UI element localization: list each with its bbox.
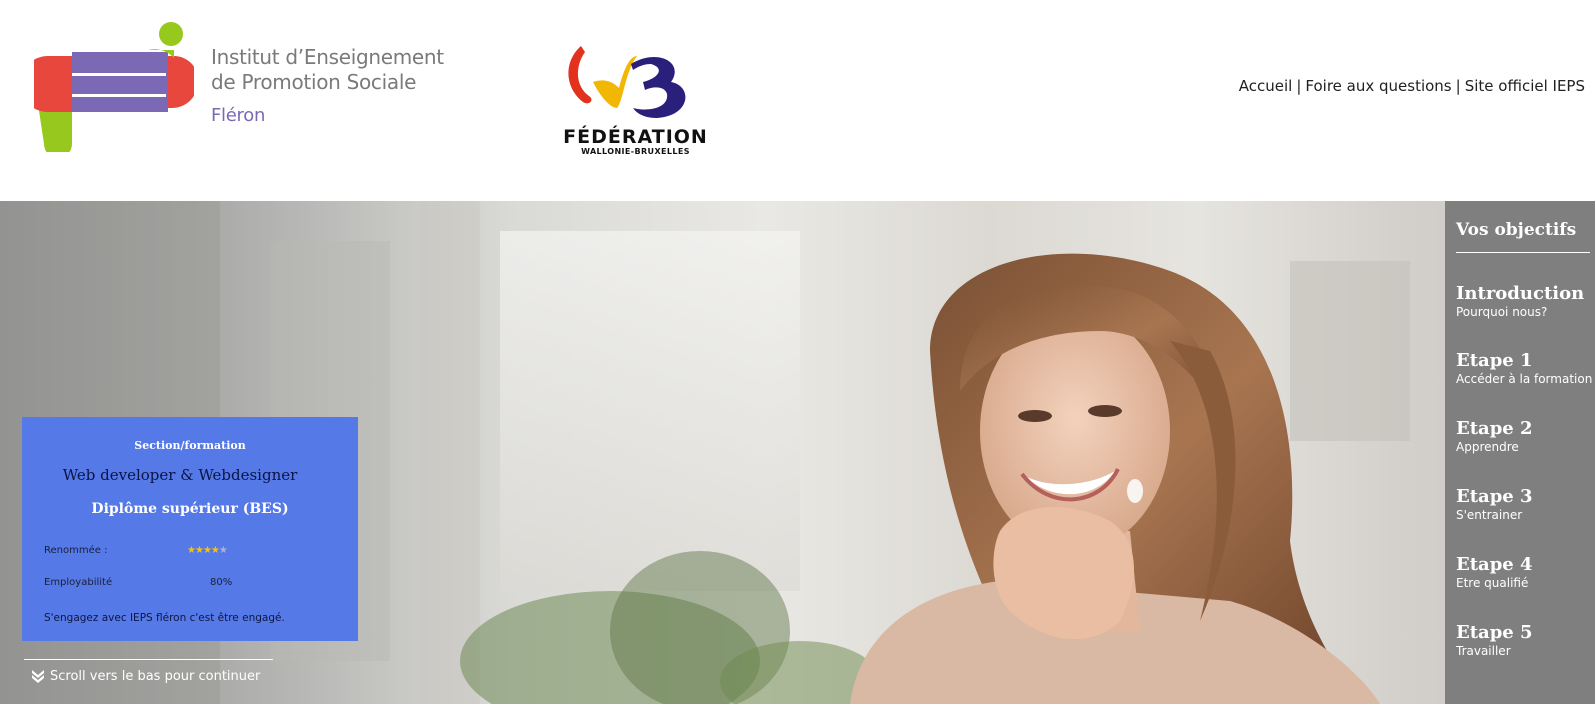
ieps-logo-icon[interactable] <box>34 22 194 152</box>
star-icon: ★ <box>202 545 212 556</box>
card-employability-row: Employabilité 80% <box>44 577 232 588</box>
sidebar-item-introduction[interactable]: Introduction Pourquoi nous? <box>1456 283 1584 320</box>
sidebar-item-subtitle: Etre qualifié <box>1456 576 1529 590</box>
star-icon: ★ <box>218 545 228 556</box>
sidebar-item-etape-5[interactable]: Etape 5 Travailler <box>1456 622 1533 659</box>
nav-link-faq[interactable]: Foire aux questions <box>1305 77 1451 95</box>
sidebar-item-etape-3[interactable]: Etape 3 S'entrainer <box>1456 486 1533 523</box>
institute-name-line1: Institut d’Enseignement <box>211 45 444 69</box>
card-reputation-row: Renommée : ★★★★★ <box>44 545 228 556</box>
federation-subtitle: WALLONIE-BRUXELLES <box>581 147 690 156</box>
star-icon: ★ <box>210 545 220 556</box>
top-navigation: Accueil | Foire aux questions | Site officie… <box>1239 77 1585 95</box>
sidebar-item-subtitle: Pourquoi nous? <box>1456 305 1548 319</box>
card-title: Web developer & Webdesigner <box>62 466 298 484</box>
federation-word: FÉDÉRATION <box>563 126 708 148</box>
sidebar-item-subtitle: Accéder à la formation <box>1456 372 1593 386</box>
sidebar-item-heading: Introduction <box>1456 283 1585 304</box>
sidebar-item-etape-4[interactable]: Etape 4 Etre qualifié <box>1456 554 1533 591</box>
sidebar-item-heading: Etape 3 <box>1456 486 1533 507</box>
reputation-stars: ★★★★★ <box>187 545 228 556</box>
scroll-hint-label: Scroll vers le bas pour continuer <box>50 668 261 684</box>
nav-link-official-site[interactable]: Site officiel IEPS <box>1465 77 1585 95</box>
nav-separator: | <box>1455 77 1461 95</box>
sidebar-item-etape-1[interactable]: Etape 1 Accéder à la formation <box>1456 350 1592 387</box>
hero-banner: Vos objectifs Introduction Pourquoi nous… <box>0 201 1595 704</box>
sidebar-item-heading: Etape 2 <box>1456 418 1533 439</box>
card-kicker: Section/formation <box>134 439 246 452</box>
sidebar-title: Vos objectifs <box>1456 220 1577 240</box>
double-chevron-down-icon <box>32 670 44 683</box>
scroll-hint[interactable]: Scroll vers le bas pour continuer <box>30 668 260 684</box>
star-icon: ★ <box>187 545 196 556</box>
sidebar-item-subtitle: Apprendre <box>1456 440 1519 454</box>
sidebar-item-subtitle: S'entrainer <box>1456 508 1523 522</box>
institute-name: Institut d’Enseignement de Promotion Soc… <box>211 45 444 128</box>
sidebar-item-heading: Etape 1 <box>1456 350 1533 371</box>
formation-info-card: Section/formation Web developer & Webdes… <box>22 417 358 641</box>
employability-value: 80% <box>210 577 233 588</box>
scroll-divider <box>24 659 273 660</box>
sidebar-item-etape-2[interactable]: Etape 2 Apprendre <box>1456 418 1533 455</box>
site-header: Institut d’Enseignement de Promotion Soc… <box>0 0 1595 201</box>
sidebar-divider <box>1456 252 1590 253</box>
sidebar-item-heading: Etape 5 <box>1456 622 1533 643</box>
nav-separator: | <box>1296 77 1302 95</box>
nav-link-accueil[interactable]: Accueil <box>1239 77 1293 95</box>
reputation-label: Renommée : <box>44 545 108 556</box>
employability-label: Employabilité <box>44 577 113 588</box>
card-diploma: Diplôme supérieur (BES) <box>91 501 289 517</box>
star-icon: ★ <box>194 545 204 556</box>
institute-city: Fléron <box>211 105 266 126</box>
sidebar-item-heading: Etape 4 <box>1456 554 1533 575</box>
sidebar-item-subtitle: Travailler <box>1456 644 1511 658</box>
card-tagline: S'engagez avec IEPS fléron c'est être en… <box>44 612 285 624</box>
objectives-sidebar: Vos objectifs Introduction Pourquoi nous… <box>1445 201 1595 704</box>
institute-name-line2: de Promotion Sociale <box>211 70 417 94</box>
